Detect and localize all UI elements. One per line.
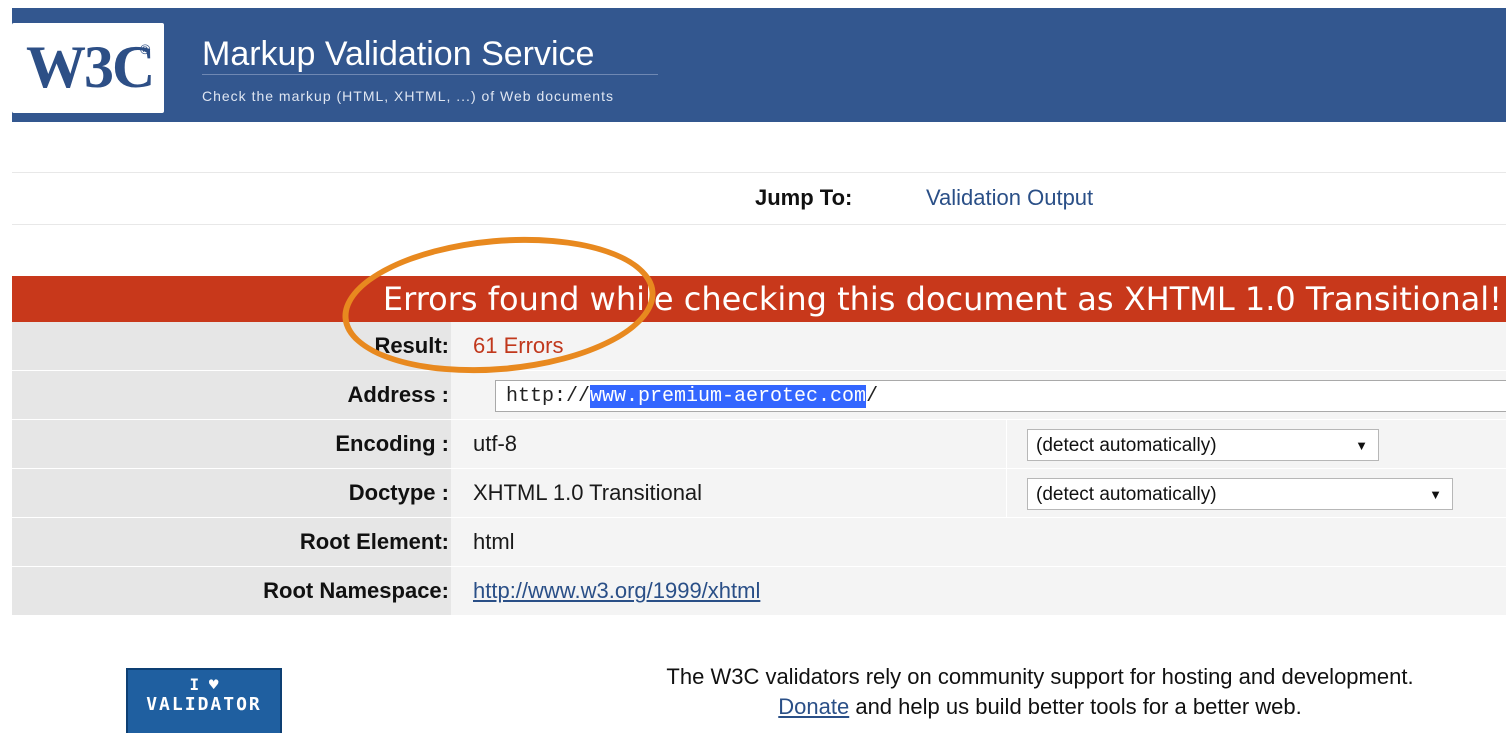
donation-line-2: Donate and help us build better tools fo…	[560, 692, 1506, 722]
doctype-label: Doctype :	[12, 469, 451, 517]
result-row: Result: 61 Errors	[12, 322, 1506, 371]
results-table: Result: 61 Errors Address : http://www.p…	[12, 322, 1506, 616]
w3c-logo[interactable]: W3C ®	[12, 23, 164, 113]
encoding-label: Encoding :	[12, 420, 451, 468]
page-subtitle: Check the markup (HTML, XHTML, ...) of W…	[202, 88, 614, 104]
encoding-column-divider	[1006, 420, 1007, 468]
badge-validator-line: VALIDATOR	[146, 694, 262, 715]
w3c-logo-text: W3C	[26, 34, 155, 100]
address-row: Address : http://www.premium-aerotec.com…	[12, 371, 1506, 420]
result-cell: 61 Errors	[451, 322, 1506, 370]
jump-bar-bottom-divider	[12, 224, 1506, 225]
encoding-cell: utf-8 (detect automatically) ▼	[451, 420, 1506, 468]
root-namespace-row: Root Namespace: http://www.w3.org/1999/x…	[12, 567, 1506, 616]
root-namespace-cell: http://www.w3.org/1999/xhtml	[451, 567, 1506, 615]
doctype-select-value: (detect automatically)	[1036, 484, 1217, 505]
doctype-value: XHTML 1.0 Transitional	[473, 480, 703, 505]
jump-to-label: Jump To:	[755, 185, 853, 210]
doctype-select[interactable]: (detect automatically) ▼	[1027, 478, 1453, 510]
result-value: 61 Errors	[473, 333, 564, 358]
title-divider	[202, 74, 658, 75]
encoding-value: utf-8	[473, 431, 518, 456]
address-suffix: /	[866, 385, 879, 408]
root-element-row: Root Element: html	[12, 518, 1506, 567]
i-love-validator-badge[interactable]: I ♥ VALIDATOR	[126, 668, 282, 733]
registered-mark: ®	[140, 41, 151, 57]
chevron-down-icon: ▼	[1429, 487, 1442, 502]
root-element-value: html	[473, 529, 515, 554]
doctype-cell: XHTML 1.0 Transitional (detect automatic…	[451, 469, 1506, 517]
validation-output-link[interactable]: Validation Output	[926, 185, 1093, 211]
address-input[interactable]: http://www.premium-aerotec.com/	[495, 380, 1506, 412]
root-namespace-label: Root Namespace:	[12, 567, 451, 615]
address-selected-text: www.premium-aerotec.com	[590, 385, 867, 408]
donation-notice: The W3C validators rely on community sup…	[560, 662, 1506, 722]
donate-link[interactable]: Donate	[778, 694, 849, 719]
donation-line-1: The W3C validators rely on community sup…	[666, 664, 1414, 689]
error-heading-bar: Errors found while checking this documen…	[12, 276, 1506, 322]
page-title[interactable]: Markup Validation Service	[202, 36, 594, 72]
doctype-column-divider	[1006, 469, 1007, 517]
address-prefix: http://	[506, 385, 591, 408]
encoding-select-value: (detect automatically)	[1036, 435, 1217, 456]
result-label: Result:	[12, 322, 451, 370]
jump-bar-top-divider	[12, 172, 1506, 173]
badge-heart-line: I ♥	[189, 675, 219, 694]
root-namespace-link[interactable]: http://www.w3.org/1999/xhtml	[473, 567, 760, 615]
root-element-cell: html	[451, 518, 1506, 566]
error-heading: Errors found while checking this documen…	[382, 280, 1502, 318]
encoding-select[interactable]: (detect automatically) ▼	[1027, 429, 1379, 461]
header-banner: W3C ® Markup Validation Service Check th…	[12, 8, 1506, 122]
doctype-row: Doctype : XHTML 1.0 Transitional (detect…	[12, 469, 1506, 518]
chevron-down-icon: ▼	[1355, 438, 1368, 453]
encoding-row: Encoding : utf-8 (detect automatically) …	[12, 420, 1506, 469]
address-label: Address :	[12, 371, 451, 419]
address-cell: http://www.premium-aerotec.com/	[451, 371, 1506, 419]
donation-line-2-text: and help us build better tools for a bet…	[849, 694, 1302, 719]
root-element-label: Root Element:	[12, 518, 451, 566]
validator-page: W3C ® Markup Validation Service Check th…	[0, 0, 1506, 733]
